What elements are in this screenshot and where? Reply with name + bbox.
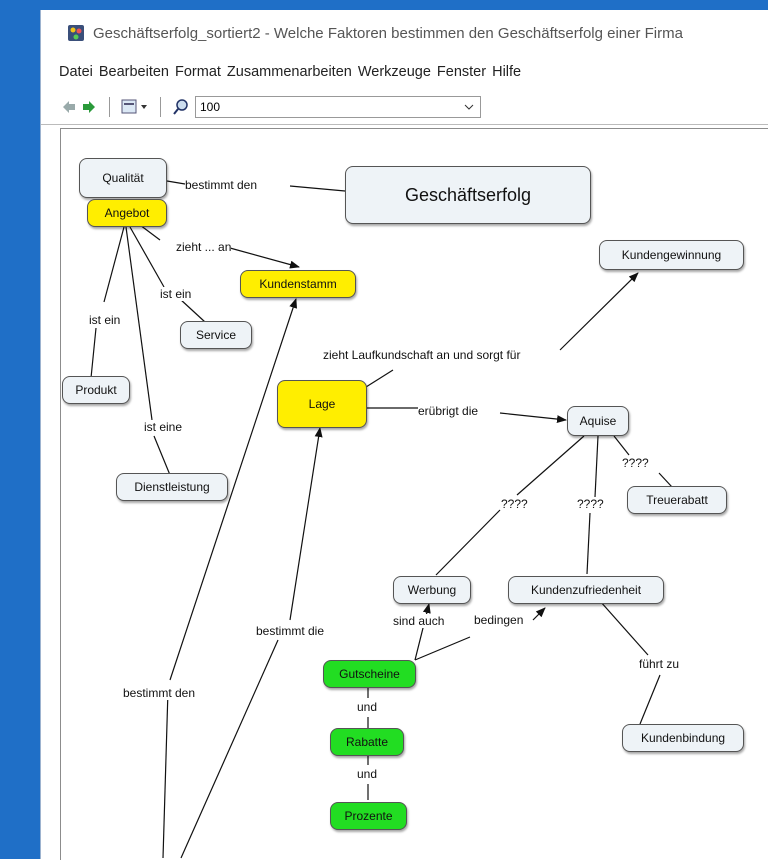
concept-angebot[interactable]: Angebot xyxy=(87,199,167,227)
link-label-bestimmt-die[interactable]: bestimmt die xyxy=(256,624,325,638)
concept-gutscheine[interactable]: Gutscheine xyxy=(323,660,416,688)
link-label-ist-ein[interactable]: ist ein xyxy=(89,313,121,327)
concept-produkt[interactable]: Produkt xyxy=(62,376,130,404)
cmap-app-icon xyxy=(68,25,84,41)
title-bar: Geschäftserfolg_sortiert2 - Welche Fakto… xyxy=(41,10,768,56)
zoom-select[interactable]: 100 xyxy=(195,96,481,118)
zoom-icon[interactable] xyxy=(171,97,191,117)
menu-fenster[interactable]: Fenster xyxy=(437,64,486,80)
chevron-down-icon xyxy=(464,104,474,110)
menu-datei[interactable]: Datei xyxy=(59,64,93,80)
concept-treuerabatt[interactable]: Treuerabatt xyxy=(627,486,727,514)
concept-service[interactable]: Service xyxy=(180,321,252,349)
link-label-unknown[interactable]: ???? xyxy=(622,456,649,470)
menu-bearbeiten[interactable]: Bearbeiten xyxy=(99,64,169,80)
concept-dienstleistung[interactable]: Dienstleistung xyxy=(116,473,228,501)
link-label-und[interactable]: und xyxy=(357,700,378,714)
link-label-bestimmt-den[interactable]: bestimmt den xyxy=(123,686,196,700)
toolbar: 100 xyxy=(41,90,768,125)
concept-rabatte[interactable]: Rabatte xyxy=(330,728,404,756)
link-label-bestimmt-den[interactable]: bestimmt den xyxy=(185,178,258,192)
link-label-zieht-an[interactable]: zieht ... an xyxy=(176,240,232,254)
window-frame-top xyxy=(0,0,768,10)
link-label-ist-eine[interactable]: ist eine xyxy=(144,420,183,434)
link-label-und[interactable]: und xyxy=(357,767,378,781)
link-label-sind-auch[interactable]: sind auch xyxy=(393,614,445,628)
concept-kundenstamm[interactable]: Kundenstamm xyxy=(240,270,356,298)
concept-kundengewinnung[interactable]: Kundengewinnung xyxy=(599,240,744,270)
toolbar-separator xyxy=(160,97,161,117)
menu-bar: Datei Bearbeiten Format Zusammenarbeiten… xyxy=(41,60,768,84)
link-label-eruebrigt-die[interactable]: erübrigt die xyxy=(418,404,479,418)
forward-arrow-icon[interactable] xyxy=(79,97,99,117)
menu-format[interactable]: Format xyxy=(175,64,221,80)
window-frame-left xyxy=(0,0,40,859)
link-label-bedingen[interactable]: bedingen xyxy=(474,613,524,627)
link-label-unknown[interactable]: ???? xyxy=(577,497,604,511)
toolbar-separator xyxy=(109,97,110,117)
link-label-unknown[interactable]: ???? xyxy=(501,497,528,511)
concept-geschaeftserfolg[interactable]: Geschäftserfolg xyxy=(345,166,591,224)
zoom-value: 100 xyxy=(200,100,221,114)
link-label-ist-ein[interactable]: ist ein xyxy=(160,287,192,301)
window-title: Geschäftserfolg_sortiert2 - Welche Fakto… xyxy=(93,24,683,42)
concept-prozente[interactable]: Prozente xyxy=(330,802,407,830)
concept-werbung[interactable]: Werbung xyxy=(393,576,471,604)
menu-werkzeuge[interactable]: Werkzeuge xyxy=(358,64,431,80)
link-label-zieht-laufkundschaft[interactable]: zieht Laufkundschaft an und sorgt für xyxy=(323,348,521,362)
concept-lage[interactable]: Lage xyxy=(277,380,367,428)
concept-kundenzufriedenheit[interactable]: Kundenzufriedenheit xyxy=(508,576,664,604)
concept-kundenbindung[interactable]: Kundenbindung xyxy=(622,724,744,752)
concept-qualitaet[interactable]: Qualität xyxy=(79,158,167,198)
concept-aquise[interactable]: Aquise xyxy=(567,406,629,436)
back-arrow-icon[interactable] xyxy=(59,97,79,117)
view-options-icon[interactable] xyxy=(120,97,150,117)
link-label-fuehrt-zu[interactable]: führt zu xyxy=(639,657,680,671)
menu-hilfe[interactable]: Hilfe xyxy=(492,64,521,80)
menu-zusammenarbeiten[interactable]: Zusammenarbeiten xyxy=(227,64,352,80)
